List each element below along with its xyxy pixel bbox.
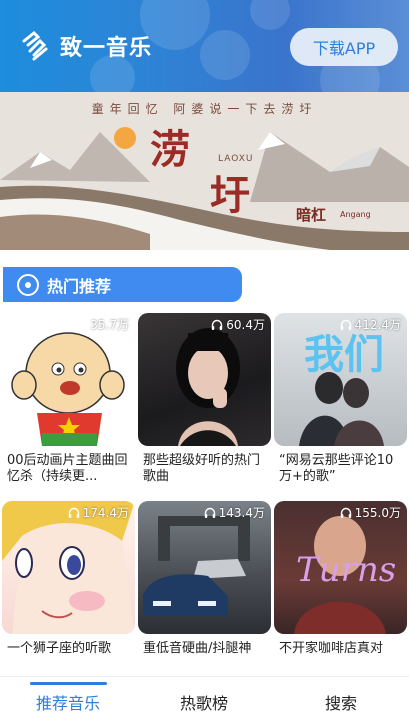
app-title: 致一音乐	[60, 36, 153, 61]
download-app-button[interactable]: 下载APP	[290, 28, 398, 66]
headphones-icon	[340, 319, 351, 330]
section-title: 热门推荐	[47, 276, 112, 296]
play-count-value: 174.4万	[82, 506, 129, 520]
bottom-tab-bar: 推荐音乐 热歌榜 搜索	[0, 676, 409, 726]
playlist-card[interactable]: 143.4万 重低音硬曲/抖腿神	[138, 501, 271, 673]
play-count-value: 412.4万	[354, 318, 401, 332]
headphones-icon	[340, 507, 351, 518]
headphones-icon	[76, 319, 87, 330]
banner-title-line2: 圩	[210, 172, 250, 219]
playlist-cover: 我们 412.4万	[274, 313, 407, 446]
playlist-card[interactable]: 60.4万 那些超级好听的热门歌曲	[138, 313, 271, 485]
play-count: 174.4万	[68, 504, 129, 521]
playlist-title: 一个狮子座的听歌	[7, 641, 112, 656]
playlist-title: 00后动画片主题曲回忆杀（持续更...	[7, 453, 128, 484]
play-count-value: 143.4万	[218, 506, 265, 520]
app-logo-icon	[22, 31, 48, 61]
banner-artist: 暗杠	[296, 206, 327, 224]
playlist-cover: 143.4万	[138, 501, 271, 634]
banner-artist-en: Angang	[340, 210, 371, 219]
svg-text:Turns: Turns	[296, 550, 396, 590]
header-bokeh	[250, 0, 290, 30]
tab-search[interactable]: 搜索	[325, 690, 357, 714]
play-count-value: 155.0万	[354, 506, 401, 520]
app-header: 致一音乐 下载APP	[0, 0, 409, 92]
play-count-value: 35.7万	[90, 318, 129, 332]
tab-recommend-music[interactable]: 推荐音乐	[36, 690, 100, 714]
play-count: 60.4万	[211, 316, 265, 333]
play-count: 143.4万	[204, 504, 265, 521]
playlist-title: 不开家咖啡店真对	[279, 641, 384, 656]
playlist-cover: Turns 155.0万	[274, 501, 407, 634]
headphones-icon	[68, 507, 79, 518]
disc-icon	[17, 273, 39, 296]
play-count: 35.7万	[75, 316, 129, 333]
playlist-card[interactable]: 174.4万 一个狮子座的听歌	[2, 501, 135, 673]
headphones-icon	[204, 507, 215, 518]
active-tab-indicator	[30, 682, 107, 685]
header-bokeh	[200, 30, 250, 80]
banner-title-en: LAOXU	[218, 154, 254, 164]
banner-title-line1: 涝	[150, 126, 192, 173]
playlist-card[interactable]: 35.7万 00后动画片主题曲回忆杀（持续更...	[2, 313, 135, 485]
hot-recommend-header: 热门推荐	[3, 267, 242, 302]
playlist-card[interactable]: Turns 155.0万 不开家咖啡店真对	[274, 501, 407, 673]
playlist-card[interactable]: 我们 412.4万 “网易云那些评论10万+的歌”	[274, 313, 407, 485]
svg-text:我们: 我们	[304, 332, 384, 378]
play-count: 412.4万	[340, 316, 401, 333]
playlist-cover: 60.4万	[138, 313, 271, 446]
tab-hot-songs[interactable]: 热歌榜	[180, 690, 228, 714]
banner-carousel[interactable]: 童年回忆 阿婆说一下去涝圩 涝 LAOXU 圩 暗杠 Angang	[0, 92, 409, 250]
playlist-title: 重低音硬曲/抖腿神	[143, 641, 252, 656]
playlist-cover: 35.7万	[2, 313, 135, 446]
play-count: 155.0万	[340, 504, 401, 521]
playlist-title: “网易云那些评论10万+的歌”	[279, 453, 394, 484]
banner-subtitle: 童年回忆 阿婆说一下去涝圩	[91, 102, 318, 116]
headphones-icon	[212, 319, 223, 330]
playlist-title: 那些超级好听的热门歌曲	[143, 453, 261, 484]
play-count-value: 60.4万	[226, 318, 265, 332]
playlist-cover: 174.4万	[2, 501, 135, 634]
